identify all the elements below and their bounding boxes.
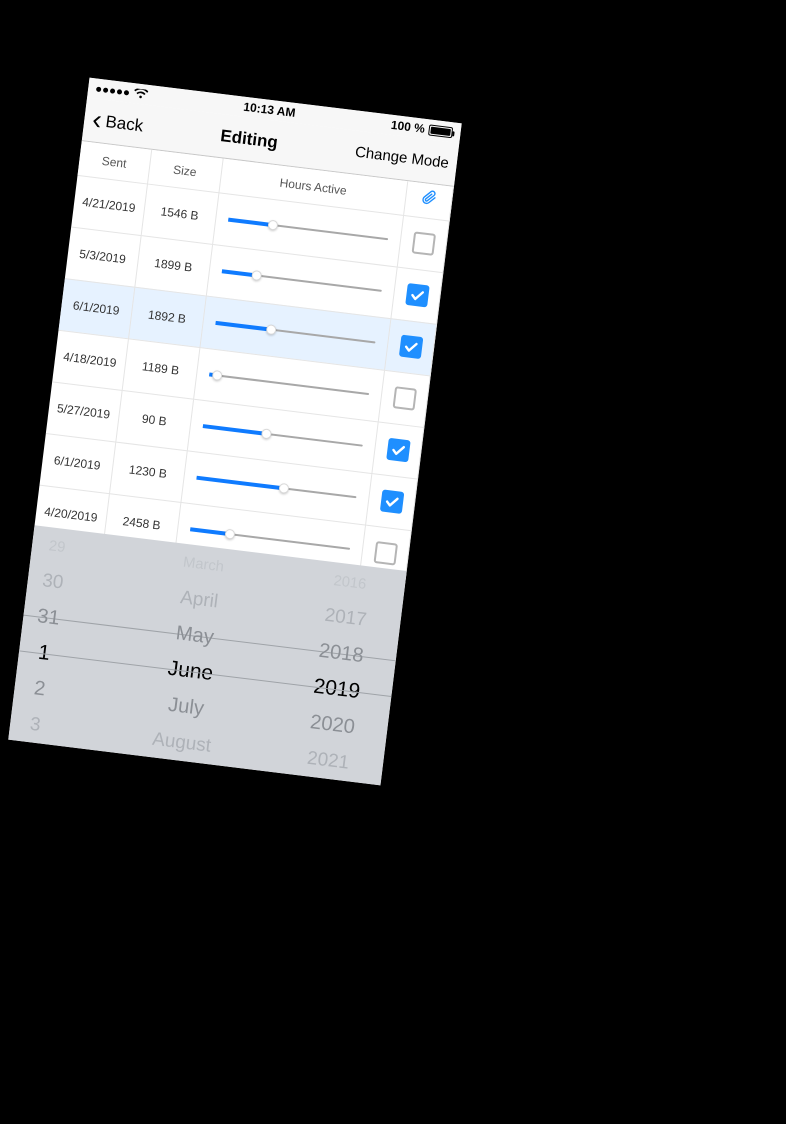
col-header-attach[interactable] bbox=[404, 181, 454, 220]
picker-month-column[interactable]: MarchAprilMayJuneJulyAugustSeptember bbox=[73, 534, 297, 786]
cell-size[interactable]: 1899 B bbox=[134, 235, 212, 295]
cell-size[interactable]: 1892 B bbox=[128, 287, 206, 347]
cell-size[interactable]: 1546 B bbox=[141, 183, 219, 243]
row-checkbox[interactable] bbox=[379, 489, 404, 514]
picker-item[interactable]: 2 bbox=[14, 669, 66, 709]
status-left bbox=[96, 84, 149, 100]
chevron-left-icon: ‹ bbox=[91, 105, 104, 134]
hours-slider[interactable] bbox=[209, 373, 370, 395]
back-button[interactable]: ‹ Back bbox=[91, 107, 145, 139]
battery-icon bbox=[428, 124, 453, 138]
cell-checkbox bbox=[397, 215, 449, 272]
cell-sent[interactable]: 4/21/2019 bbox=[71, 175, 147, 235]
change-mode-button[interactable]: Change Mode bbox=[354, 144, 450, 172]
cell-size[interactable]: 1230 B bbox=[109, 442, 187, 502]
picker-item[interactable]: 1 bbox=[17, 632, 71, 674]
picker-item[interactable]: 31 bbox=[22, 598, 74, 638]
cell-signal-icon bbox=[96, 86, 129, 95]
paperclip-icon bbox=[420, 189, 436, 211]
cell-sent[interactable]: 4/18/2019 bbox=[52, 330, 128, 390]
phone-screen: 10:13 AM 100 % ‹ Back Editing Change Mod… bbox=[8, 78, 461, 786]
wifi-icon bbox=[133, 88, 148, 100]
date-picker[interactable]: 2930311234 MarchAprilMayJuneJulyAugustSe… bbox=[8, 525, 407, 785]
battery-percent: 100 % bbox=[390, 118, 425, 136]
hours-slider[interactable] bbox=[221, 270, 382, 292]
cell-size[interactable]: 1189 B bbox=[122, 338, 200, 398]
cell-sent[interactable]: 5/3/2019 bbox=[65, 227, 141, 287]
row-checkbox[interactable] bbox=[373, 541, 398, 566]
cell-checkbox bbox=[366, 473, 418, 530]
cell-sent[interactable]: 6/1/2019 bbox=[59, 278, 135, 338]
picker-item[interactable]: 2016 bbox=[303, 562, 396, 602]
back-label: Back bbox=[104, 112, 144, 136]
hours-slider[interactable] bbox=[228, 219, 389, 241]
picker-item[interactable]: 30 bbox=[28, 563, 77, 601]
cell-sent[interactable]: 6/1/2019 bbox=[40, 433, 116, 493]
picker-item[interactable]: 29 bbox=[35, 529, 79, 563]
cell-checkbox bbox=[391, 267, 443, 324]
row-checkbox[interactable] bbox=[398, 335, 423, 360]
cell-checkbox bbox=[378, 370, 430, 427]
row-checkbox[interactable] bbox=[411, 231, 436, 256]
page-title: Editing bbox=[219, 126, 279, 153]
row-checkbox[interactable] bbox=[392, 386, 417, 411]
cell-sent[interactable]: 5/27/2019 bbox=[46, 381, 122, 441]
picker-item[interactable]: 3 bbox=[11, 706, 60, 744]
hours-slider[interactable] bbox=[215, 322, 376, 344]
cell-checkbox bbox=[372, 421, 424, 478]
cell-checkbox bbox=[385, 318, 437, 375]
hours-slider[interactable] bbox=[196, 477, 357, 499]
hours-slider[interactable] bbox=[202, 425, 363, 447]
picker-item[interactable]: 4 bbox=[9, 743, 53, 777]
row-checkbox[interactable] bbox=[405, 283, 430, 308]
cell-size[interactable]: 90 B bbox=[115, 390, 193, 450]
data-table: Sent Size Hours Active 4/21/20191546 B5/… bbox=[33, 141, 454, 582]
row-checkbox[interactable] bbox=[386, 438, 411, 463]
